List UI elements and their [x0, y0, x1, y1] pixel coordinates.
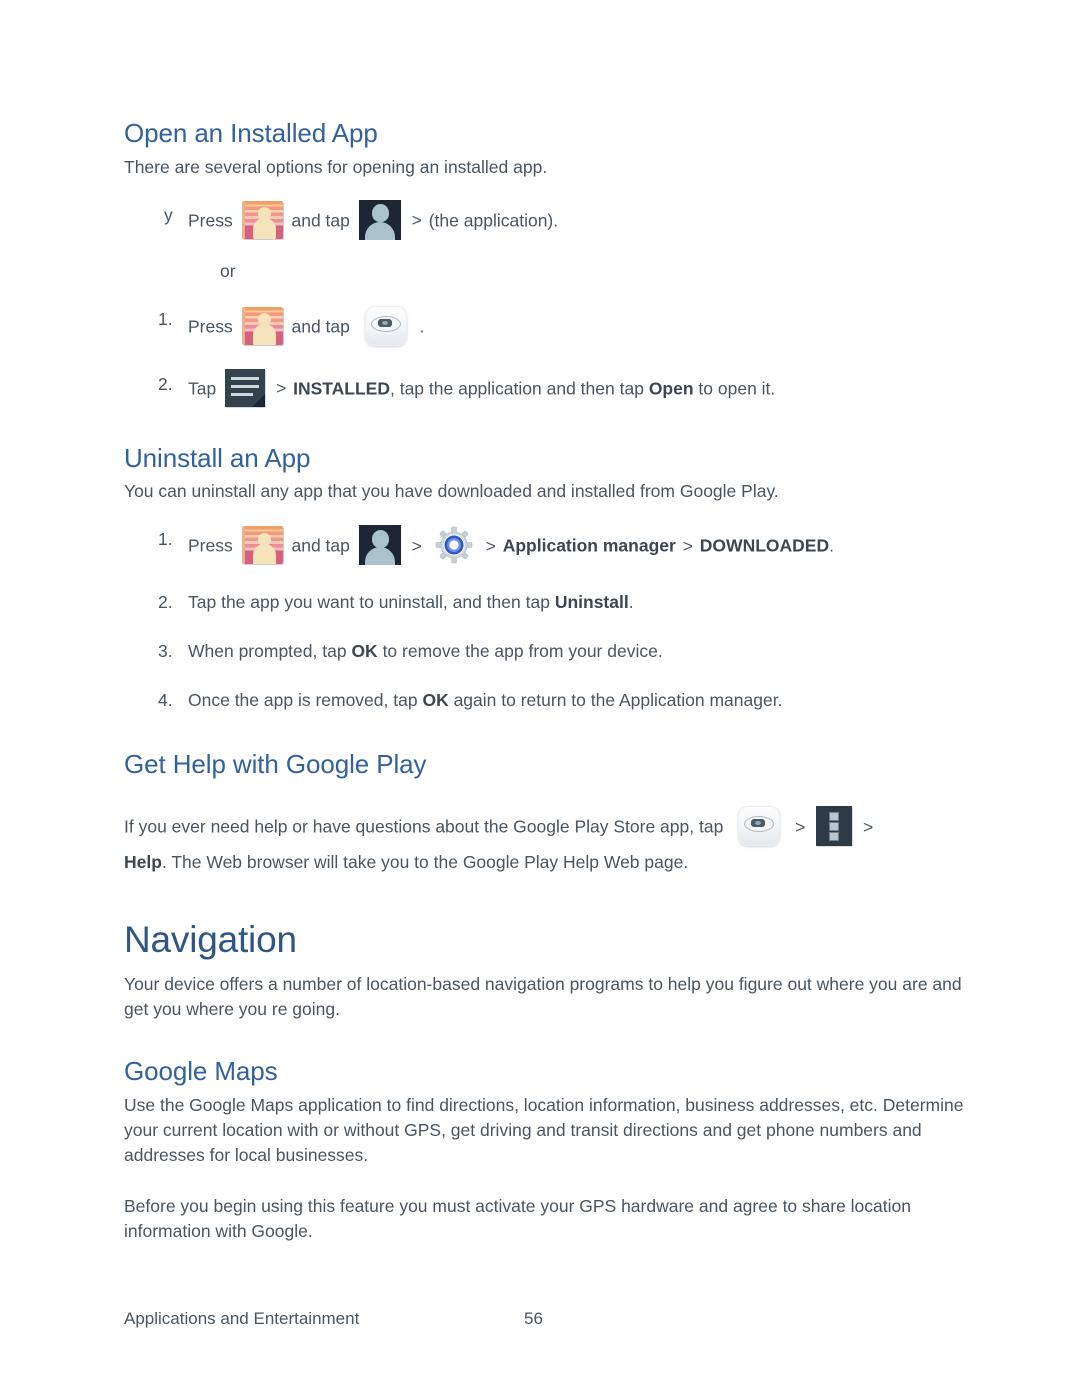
- step-text-tap: Tap: [188, 378, 217, 399]
- step-number: 2.: [158, 592, 173, 613]
- google-maps-paragraph-1: Use the Google Maps application to find …: [124, 1095, 964, 1166]
- overflow-kebab-icon[interactable]: [816, 806, 853, 847]
- kebab-icon-dot-1: [829, 812, 840, 822]
- list-item: 1. Press and tap > > Application manager…: [124, 524, 964, 568]
- list-item: 3. When prompted, tap OK to remove the a…: [124, 638, 964, 666]
- apps-person-icon[interactable]: [358, 199, 401, 240]
- step-number: 1.: [158, 529, 173, 550]
- ok-label: OK: [351, 641, 378, 662]
- step-text-press: Press: [188, 316, 233, 337]
- contacts-book-icon[interactable]: [241, 306, 283, 345]
- heading-navigation: Navigation: [124, 919, 297, 961]
- heading-get-help-with-google-play: Get Help with Google Play: [124, 749, 427, 780]
- open-installed-app-intro: There are several options for opening an…: [124, 156, 548, 177]
- contacts-icon-body: [252, 543, 276, 565]
- step-number: 3.: [158, 641, 173, 662]
- heading-uninstall-an-app: Uninstall an App: [124, 442, 311, 473]
- step-text-press: Press: [188, 210, 233, 231]
- step-text-pre: When prompted, tap: [188, 641, 347, 662]
- navigation-paragraph: Your device offers a number of location-…: [124, 974, 962, 1020]
- get-help-text-post: . The Web browser will take you to the G…: [161, 852, 689, 873]
- menu-icon-line-2: [231, 384, 260, 388]
- uninstall-app-step-list: 1. Press and tap > > Application manager…: [124, 524, 964, 715]
- step-number: 1.: [158, 308, 173, 329]
- get-help-paragraph: If you ever need help or have questions …: [124, 806, 964, 875]
- step-separator: >: [411, 210, 422, 231]
- contacts-book-icon[interactable]: [241, 200, 283, 239]
- list-item: 4. Once the app is removed, tap OK again…: [124, 687, 964, 715]
- step-text-mid: , tap the application and then tap: [389, 378, 644, 399]
- help-label: Help: [124, 852, 162, 873]
- person-icon-body: [364, 221, 395, 240]
- step-separator-3: >: [682, 535, 693, 556]
- menu-list-icon[interactable]: [225, 368, 266, 407]
- step-separator-2: >: [485, 535, 496, 556]
- list-item: 1. Press and tap .: [124, 304, 964, 350]
- person-icon-head: [371, 530, 389, 549]
- footer-page-number: 56: [524, 1309, 543, 1328]
- uninstall-app-intro: You can uninstall any app that you have …: [124, 481, 779, 502]
- step-number: 4.: [158, 690, 173, 711]
- installed-label: INSTALLED: [293, 378, 390, 399]
- page-content: Open an Installed App There are several …: [124, 118, 964, 1244]
- kebab-icon-dot-2: [829, 822, 840, 832]
- or-divider-text: or: [220, 260, 236, 281]
- puck-icon-center: [751, 819, 766, 828]
- person-icon-head: [371, 204, 389, 223]
- play-store-puck-icon[interactable]: [732, 804, 784, 848]
- menu-icon-fold: [252, 393, 266, 407]
- get-help-separator-2: >: [863, 816, 874, 837]
- step-text-and-tap: and tap: [291, 535, 350, 556]
- step-text-pre: Once the app is removed, tap: [188, 690, 418, 711]
- step-text-pre: Tap the app you want to uninstall, and t…: [188, 592, 550, 613]
- open-label: Open: [648, 378, 694, 399]
- ok-label: OK: [422, 690, 449, 711]
- menu-icon-line-3: [231, 392, 254, 396]
- step-text-tail: again to return to the Application manag…: [453, 690, 783, 711]
- kebab-icon-dot-3: [829, 832, 840, 842]
- settings-gear-icon[interactable]: [433, 524, 475, 566]
- contacts-book-icon[interactable]: [241, 526, 283, 565]
- contacts-icon-body: [252, 218, 276, 239]
- google-maps-paragraph-2: Before you begin using this feature you …: [124, 1196, 911, 1242]
- application-manager-label: Application manager: [502, 535, 676, 556]
- step-text-tail: .: [829, 535, 834, 556]
- puck-icon-center: [377, 318, 392, 327]
- step-separator-1: >: [411, 535, 422, 556]
- apps-person-icon[interactable]: [358, 525, 401, 566]
- document-page: Open an Installed App There are several …: [0, 0, 1080, 1397]
- footer-title: Applications and Entertainment: [124, 1309, 360, 1328]
- step-text-tail: .: [628, 592, 634, 613]
- open-installed-app-step-list: 1. Press and tap . 2. Tap > INSTALLED, t…: [124, 304, 964, 409]
- bullet-marker: y: [164, 204, 173, 225]
- heading-google-maps: Google Maps: [124, 1056, 278, 1087]
- step-text-and-tap: and tap: [291, 210, 350, 231]
- get-help-text-pre: If you ever need help or have questions …: [124, 816, 724, 837]
- step-number: 2.: [158, 373, 173, 394]
- step-text-tail: (the application).: [428, 210, 559, 231]
- page-footer: Applications and Entertainment 56: [124, 1309, 964, 1329]
- step-separator: >: [275, 378, 287, 399]
- step-text-press: Press: [188, 535, 233, 556]
- person-icon-body: [364, 547, 395, 566]
- heading-open-installed-app: Open an Installed App: [124, 118, 378, 148]
- step-text-tail: to remove the app from your device.: [382, 641, 663, 662]
- contacts-icon-body: [252, 324, 276, 345]
- list-item: y Press and tap > (the application).: [124, 199, 964, 242]
- list-item: 2. Tap the app you want to uninstall, an…: [124, 589, 964, 617]
- step-text-and-tap: and tap: [291, 316, 350, 337]
- step-text-tail: to open it.: [698, 378, 776, 399]
- get-help-separator-1: >: [795, 816, 806, 837]
- open-installed-app-bullet-list: y Press and tap > (the application).: [124, 199, 964, 242]
- step-text-tail: .: [419, 316, 425, 337]
- list-item: 2. Tap > INSTALLED, tap the application …: [124, 368, 964, 409]
- uninstall-label: Uninstall: [554, 592, 629, 613]
- downloaded-label: DOWNLOADED: [699, 535, 830, 556]
- play-store-puck-icon[interactable]: [359, 304, 411, 348]
- menu-icon-line-1: [231, 376, 260, 380]
